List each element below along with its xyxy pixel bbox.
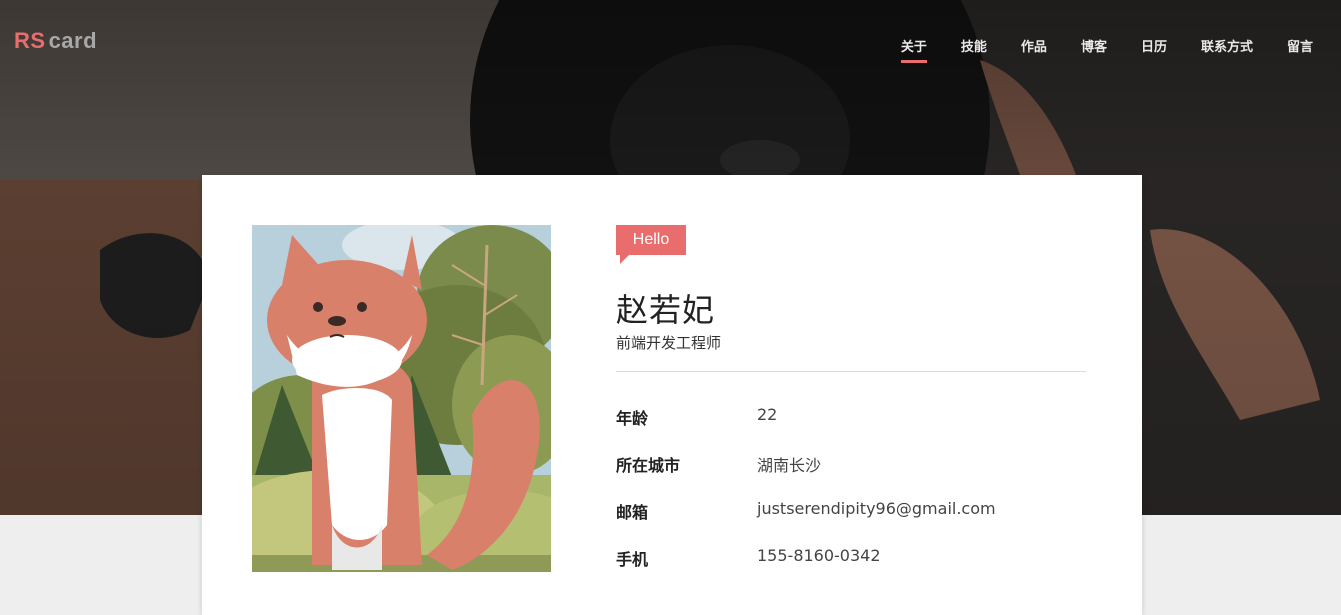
main-nav: 关于 技能 作品 博客 日历 联系方式 留言 xyxy=(867,36,1313,63)
avatar xyxy=(252,225,551,572)
nav-item-message[interactable]: 留言 xyxy=(1287,36,1313,63)
info-label: 所在城市 xyxy=(616,456,681,475)
info-row-age: 年龄 22 xyxy=(616,405,1086,429)
info-row-city: 所在城市 湖南长沙 xyxy=(616,452,1086,476)
nav-item-about[interactable]: 关于 xyxy=(900,36,927,63)
info-value-phone[interactable]: 155-8160-0342 xyxy=(757,546,881,565)
info-label: 年龄 xyxy=(616,409,649,428)
nav-item-works[interactable]: 作品 xyxy=(1021,36,1047,63)
nav-item-contact[interactable]: 联系方式 xyxy=(1201,36,1253,63)
info-value: 湖南长沙 xyxy=(757,456,822,475)
info-value: 22 xyxy=(757,405,778,424)
nav-item-calendar[interactable]: 日历 xyxy=(1141,36,1167,63)
hello-badge: Hello xyxy=(616,225,686,264)
info-label: 邮箱 xyxy=(616,503,649,522)
divider xyxy=(616,371,1086,372)
nav-item-blog[interactable]: 博客 xyxy=(1081,36,1107,63)
logo-rs: RS xyxy=(14,28,46,53)
info-label: 手机 xyxy=(616,550,649,569)
fox-illustration-icon xyxy=(252,225,551,572)
profile-title: 前端开发工程师 xyxy=(616,334,722,352)
profile-card: Hello 赵若妃 前端开发工程师 年龄 22 所在城市 湖南长沙 邮箱 jus… xyxy=(202,175,1142,615)
nav-item-skills[interactable]: 技能 xyxy=(961,36,987,63)
site-logo[interactable]: RS card xyxy=(14,28,97,54)
info-row-email: 邮箱 justserendipity96@gmail.com xyxy=(616,499,1086,523)
logo-card: card xyxy=(48,28,98,53)
profile-name: 赵若妃 xyxy=(616,291,716,329)
info-value-email[interactable]: justserendipity96@gmail.com xyxy=(757,499,996,518)
info-row-phone: 手机 155-8160-0342 xyxy=(616,546,1086,570)
